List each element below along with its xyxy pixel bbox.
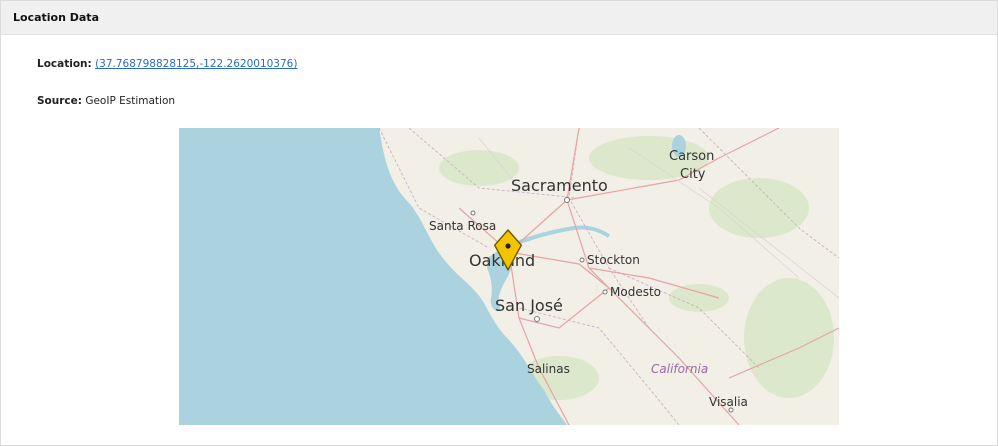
city-dot-sacramento: [564, 197, 570, 203]
panel-title: Location Data: [1, 1, 997, 35]
city-dot-modesto: [602, 289, 608, 295]
city-dot-stockton: [579, 257, 585, 263]
city-label-san-jose: San José: [495, 296, 563, 315]
city-label-modesto: Modesto: [610, 285, 661, 299]
city-label-city: City: [680, 167, 706, 182]
city-label-stockton: Stockton: [587, 253, 640, 267]
source-row: Source: GeoIP Estimation: [37, 95, 175, 107]
location-data-panel: Location Data Location: (37.768798828125…: [0, 0, 998, 446]
location-label: Location:: [37, 58, 92, 70]
location-row: Location: (37.768798828125,-122.26200103…: [37, 58, 297, 70]
location-map[interactable]: Carson City Sacramento Santa Rosa Oaklan…: [179, 128, 839, 425]
region-label-california: California: [651, 362, 708, 376]
map-canvas: Carson City Sacramento Santa Rosa Oaklan…: [179, 128, 839, 425]
city-label-santa-rosa: Santa Rosa: [429, 219, 496, 233]
source-value: GeoIP Estimation: [85, 95, 176, 107]
city-dot-san-jose: [534, 316, 540, 322]
source-label: Source:: [37, 95, 82, 107]
city-label-sacramento: Sacramento: [511, 176, 608, 195]
city-label-salinas: Salinas: [527, 362, 570, 376]
city-dot-santa-rosa: [470, 210, 476, 216]
city-label-visalia: Visalia: [709, 395, 748, 409]
city-label-carson: Carson: [669, 149, 714, 164]
city-dot-visalia: [728, 407, 734, 413]
location-coordinates-link[interactable]: (37.768798828125,-122.2620010376): [95, 58, 297, 70]
